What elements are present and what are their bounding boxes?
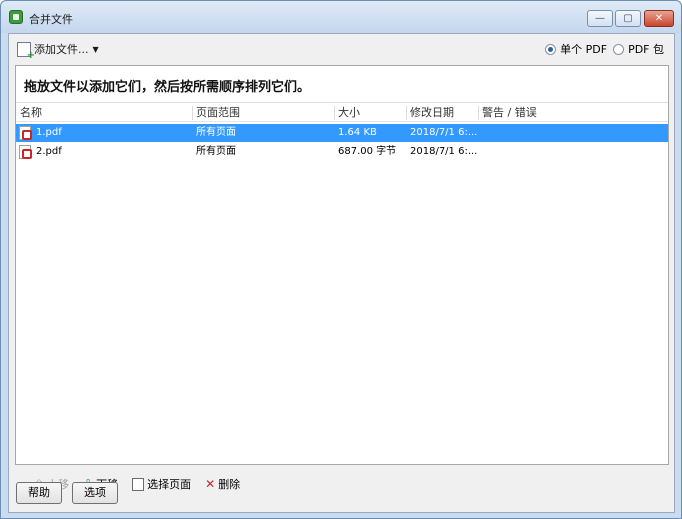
column-header-modified[interactable]: 修改日期 bbox=[406, 103, 478, 123]
window-title: 合并文件 bbox=[29, 13, 73, 26]
options-button[interactable]: 选项 bbox=[72, 482, 118, 504]
titlebar: 合并文件 — ▢ ✕ bbox=[1, 1, 681, 33]
row-modified: 2018/7/1 6:... bbox=[410, 146, 478, 157]
row-name: 2.pdf bbox=[36, 146, 62, 157]
row-name: 1.pdf bbox=[36, 127, 62, 138]
radio-single-pdf[interactable]: 单个 PDF bbox=[545, 41, 607, 57]
row-modified: 2018/7/1 6:... bbox=[410, 127, 478, 138]
delete-button[interactable]: ✕ 删除 bbox=[205, 476, 240, 492]
radio-pdf-portfolio[interactable]: PDF 包 bbox=[613, 41, 664, 57]
close-button[interactable]: ✕ bbox=[644, 10, 674, 27]
radio-single-pdf-label: 单个 PDF bbox=[560, 43, 608, 56]
dialog-client-area: 添加文件... ▼ 单个 PDF PDF 包 拖放文件以添加它们，然后按所需顺序… bbox=[8, 33, 675, 513]
table-row[interactable]: 2.pdf 所有页面 687.00 字节 2018/7/1 6:... bbox=[16, 143, 668, 161]
merge-files-window: 合并文件 — ▢ ✕ 添加文件... ▼ 单个 PDF PDF 包 拖放文件以添… bbox=[0, 0, 682, 519]
delete-label: 删除 bbox=[218, 478, 241, 491]
pages-icon bbox=[132, 477, 145, 491]
dropdown-caret-icon: ▼ bbox=[92, 44, 99, 54]
row-warning bbox=[478, 143, 668, 161]
help-button[interactable]: 帮助 bbox=[16, 482, 62, 504]
select-pages-label: 选择页面 bbox=[147, 478, 192, 491]
table-header: 名称 页面范围 大小 修改日期 警告 / 错误 bbox=[16, 102, 668, 122]
instruction-text: 拖放文件以添加它们，然后按所需顺序排列它们。 bbox=[24, 80, 311, 95]
row-size: 687.00 字节 bbox=[338, 146, 397, 157]
radio-pdf-portfolio-indicator[interactable] bbox=[613, 43, 625, 55]
delete-icon: ✕ bbox=[205, 477, 216, 491]
file-list-panel: 拖放文件以添加它们，然后按所需顺序排列它们。 名称 页面范围 大小 修改日期 警… bbox=[15, 65, 669, 491]
add-files-label: 添加文件... bbox=[34, 43, 89, 56]
pdf-file-icon bbox=[19, 126, 32, 140]
column-header-name[interactable]: 名称 bbox=[16, 103, 192, 123]
row-size: 1.64 KB bbox=[338, 127, 377, 138]
row-page-range[interactable]: 所有页面 bbox=[192, 124, 334, 142]
pdf-file-icon bbox=[19, 145, 32, 159]
column-header-warnings[interactable]: 警告 / 错误 bbox=[478, 103, 668, 123]
radio-pdf-portfolio-label: PDF 包 bbox=[628, 43, 664, 56]
table-row[interactable]: 1.pdf 所有页面 1.64 KB 2018/7/1 6:... bbox=[16, 124, 668, 142]
column-header-page-range[interactable]: 页面范围 bbox=[192, 103, 334, 123]
minimize-button[interactable]: — bbox=[587, 10, 613, 27]
row-warning bbox=[478, 124, 668, 142]
column-header-size[interactable]: 大小 bbox=[334, 103, 406, 123]
output-type-group: 单个 PDF PDF 包 bbox=[545, 41, 664, 57]
radio-single-pdf-indicator[interactable] bbox=[545, 43, 557, 55]
add-files-button[interactable]: 添加文件... ▼ bbox=[17, 40, 99, 61]
app-icon bbox=[9, 10, 23, 24]
add-file-icon bbox=[17, 41, 35, 61]
row-page-range[interactable]: 所有页面 bbox=[192, 143, 334, 161]
maximize-button[interactable]: ▢ bbox=[615, 10, 641, 27]
select-pages-button[interactable]: 选择页面 bbox=[132, 476, 191, 492]
list-actions-bar: ⇧ 上移 ⇩ 下移 选择页面 ✕ 删除 bbox=[34, 476, 254, 492]
